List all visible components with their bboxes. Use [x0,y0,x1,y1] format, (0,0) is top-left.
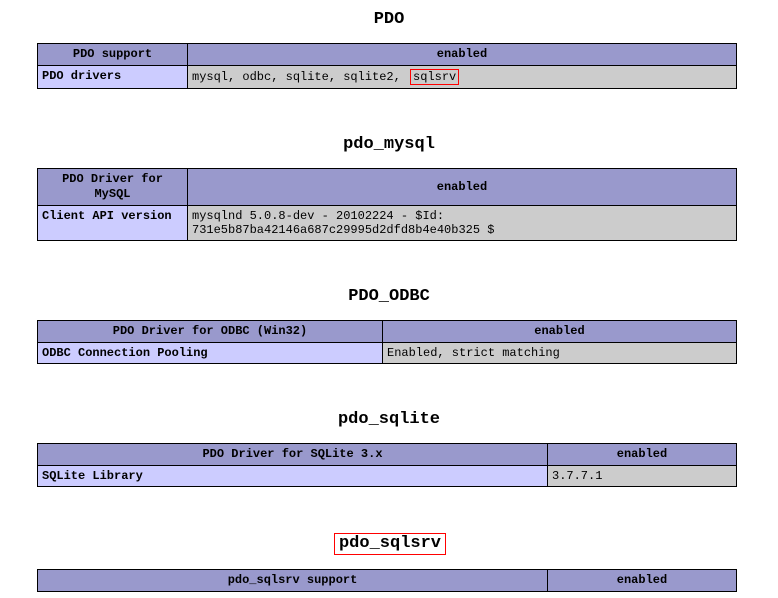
pdo-drivers-prefix: mysql, odbc, sqlite, sqlite2, [192,70,408,84]
pdo-sqlsrv-title-highlight: pdo_sqlsrv [334,533,446,555]
section-title-pdo-mysql: pdo_mysql [0,135,778,154]
pdo-sqlsrv-table: pdo_sqlsrv support enabled [37,569,737,592]
pdo-odbc-row-label: ODBC Connection Pooling [38,343,383,364]
pdo-header-col1: PDO support [38,44,188,66]
pdo-odbc-header-col2: enabled [383,321,737,343]
pdo-mysql-row-value: mysqlnd 5.0.8-dev - 20102224 - $Id: 731e… [188,206,737,241]
pdo-row-value: mysql, odbc, sqlite, sqlite2, sqlsrv [188,66,737,89]
pdo-header-col2: enabled [188,44,737,66]
pdo-sqlite-row-value: 3.7.7.1 [548,466,737,487]
pdo-sqlsrv-header-col1: pdo_sqlsrv support [38,570,548,592]
pdo-sqlite-table: PDO Driver for SQLite 3.x enabled SQLite… [37,443,737,487]
pdo-odbc-table: PDO Driver for ODBC (Win32) enabled ODBC… [37,320,737,364]
pdo-sqlite-row-label: SQLite Library [38,466,548,487]
pdo-row-label: PDO drivers [38,66,188,89]
pdo-odbc-row-value: Enabled, strict matching [383,343,737,364]
section-title-pdo: PDO [0,10,778,29]
section-title-pdo-odbc: PDO_ODBC [0,287,778,306]
pdo-table: PDO support enabled PDO drivers mysql, o… [37,43,737,89]
pdo-sqlite-header-col1: PDO Driver for SQLite 3.x [38,444,548,466]
pdo-odbc-header-col1: PDO Driver for ODBC (Win32) [38,321,383,343]
section-title-pdo-sqlsrv: pdo_sqlsrv [0,533,778,555]
pdo-mysql-table: PDO Driver for MySQL enabled Client API … [37,168,737,241]
pdo-mysql-header-col1: PDO Driver for MySQL [38,169,188,206]
section-title-pdo-sqlite: pdo_sqlite [0,410,778,429]
pdo-mysql-row-label: Client API version [38,206,188,241]
pdo-sqlsrv-header-col2: enabled [548,570,737,592]
pdo-mysql-header-col2: enabled [188,169,737,206]
pdo-driver-highlight: sqlsrv [410,69,459,85]
pdo-sqlite-header-col2: enabled [548,444,737,466]
